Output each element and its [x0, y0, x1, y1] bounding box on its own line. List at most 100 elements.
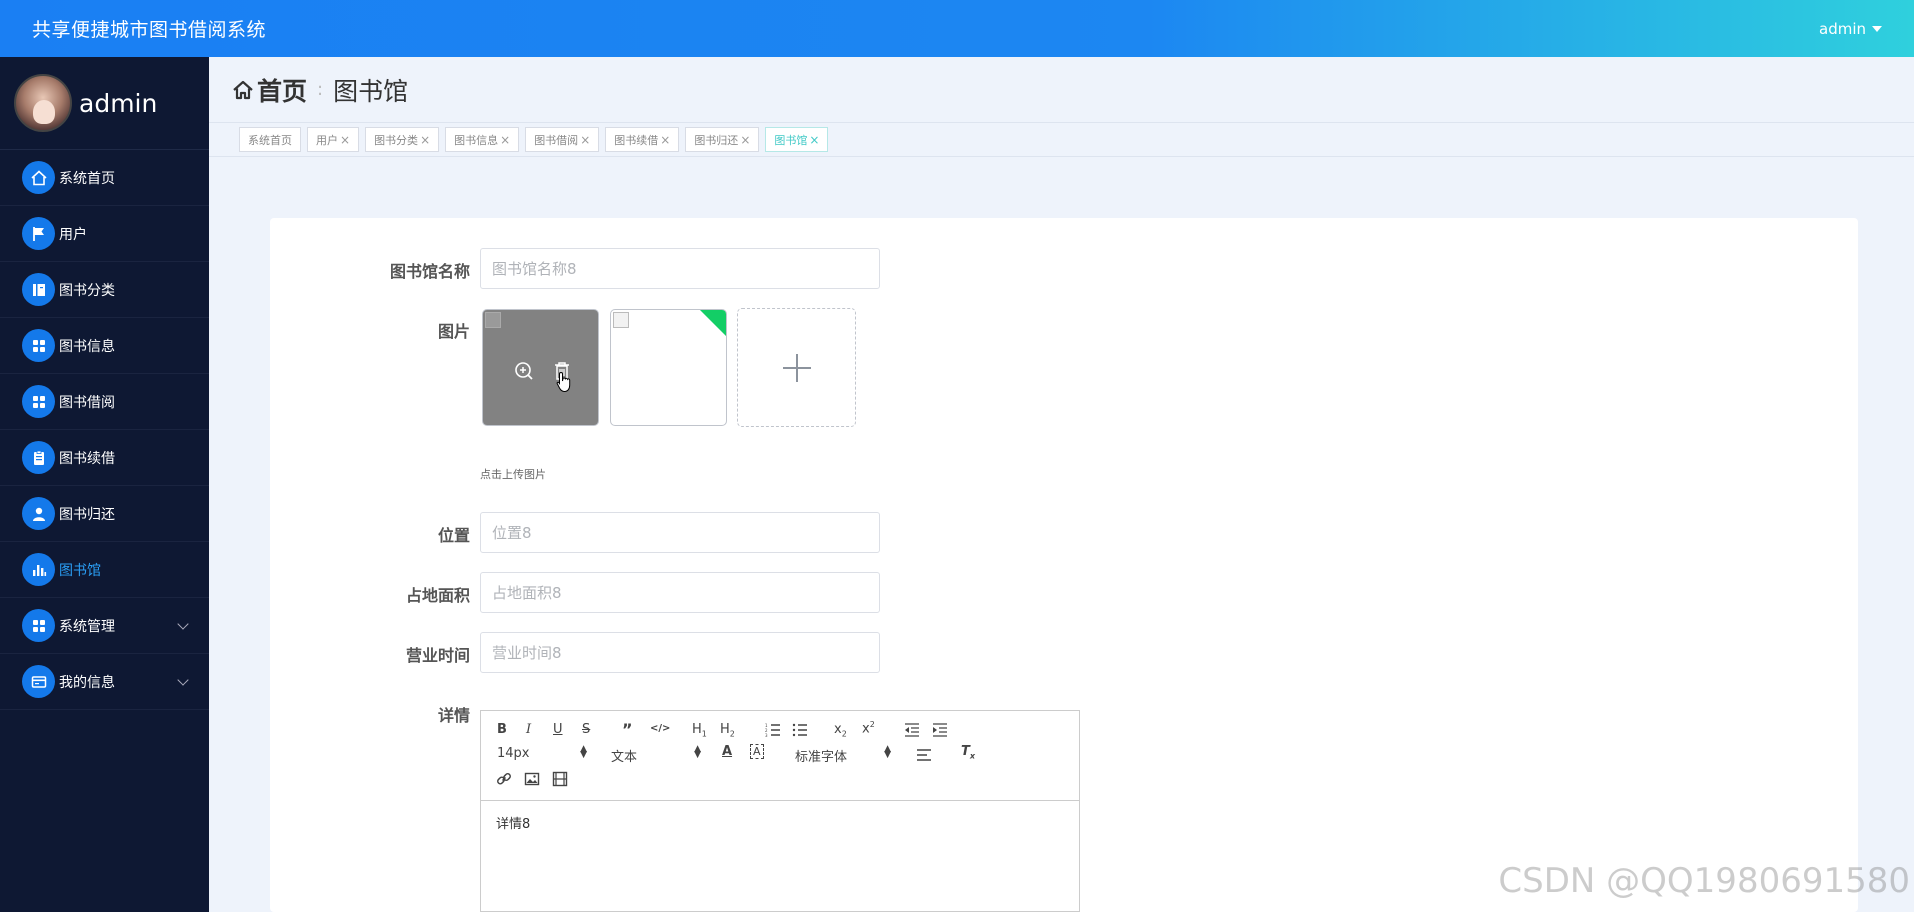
tag-library[interactable]: 图书馆 × [765, 127, 829, 152]
user-name[interactable]: admin [1819, 20, 1866, 38]
image-icon[interactable] [524, 771, 540, 787]
bullet-list-icon[interactable] [792, 723, 808, 737]
code-block-icon[interactable]: </> [650, 723, 670, 734]
font-family-select[interactable]: 标准字体 ▲ ▼ [795, 745, 891, 766]
tag-book-borrow[interactable]: 图书借阅 × [525, 127, 600, 152]
breadcrumb-separator: : [317, 79, 324, 100]
tag-label[interactable]: 图书信息 [454, 132, 498, 148]
flag-icon [22, 217, 55, 250]
tag-label[interactable]: 用户 [316, 132, 338, 148]
underline-icon[interactable]: U [553, 722, 563, 737]
tag-label[interactable]: 图书分类 [374, 132, 418, 148]
sidebar-item-system-management[interactable]: 系统管理 [0, 598, 209, 654]
location-input[interactable] [480, 512, 880, 553]
uploaded-image-2[interactable] [610, 309, 727, 426]
tag-label[interactable]: 图书续借 [614, 132, 658, 148]
tag-users[interactable]: 用户 × [307, 127, 360, 152]
editor-content[interactable]: 详情8 [481, 801, 1079, 844]
rich-text-editor[interactable]: B I U S ” </> H1 H2 123 x2 x2 14px ▲ ▼ 文本 ▲… [480, 710, 1080, 912]
subscript-icon[interactable]: x2 [834, 722, 847, 739]
bold-icon[interactable]: B [497, 722, 507, 737]
tag-label[interactable]: 图书借阅 [534, 132, 578, 148]
background-color-icon[interactable]: A [750, 744, 764, 759]
watermark: CSDN @QQ1980691580 [1498, 861, 1910, 901]
link-icon[interactable] [496, 771, 512, 787]
plus-icon [796, 354, 798, 382]
italic-icon[interactable]: I [526, 722, 531, 737]
sidebar-profile: admin [0, 57, 209, 150]
tag-label[interactable]: 系统首页 [248, 132, 292, 148]
clipboard-icon [22, 441, 55, 474]
tag-book-renew[interactable]: 图书续借 × [605, 127, 680, 152]
heading2-icon[interactable]: H2 [720, 722, 735, 739]
close-icon[interactable]: × [580, 133, 590, 147]
sidebar-item-users[interactable]: 用户 [0, 206, 209, 262]
tag-book-return[interactable]: 图书归还 × [685, 127, 760, 152]
close-icon[interactable]: × [740, 133, 750, 147]
sidebar-item-book-borrow[interactable]: 图书借阅 [0, 374, 209, 430]
superscript-icon[interactable]: x2 [862, 720, 875, 736]
heading1-icon[interactable]: H1 [692, 722, 707, 739]
close-icon[interactable]: × [340, 133, 350, 147]
upload-hint: 点击上传图片 [480, 468, 546, 481]
upload-image-button[interactable] [737, 308, 856, 427]
book-icon [22, 273, 55, 306]
home-icon [22, 161, 55, 194]
strikethrough-icon[interactable]: S [582, 722, 590, 737]
close-icon[interactable]: × [660, 133, 670, 147]
font-family-value[interactable]: 标准字体 [795, 746, 847, 765]
tag-label[interactable]: 图书归还 [694, 132, 738, 148]
bar-chart-icon [22, 553, 55, 586]
area-input[interactable] [480, 572, 880, 613]
breadcrumb-home[interactable]: 首页 [231, 72, 307, 108]
library-name-input[interactable] [480, 248, 880, 289]
outdent-icon[interactable] [904, 723, 920, 737]
top-header: 共享便捷城市图书借阅系统 admin [0, 0, 1914, 57]
breadcrumb: 首页 : 图书馆 [209, 57, 1914, 122]
breadcrumb-current: 图书馆 [333, 76, 409, 106]
hand-cursor-icon [556, 371, 571, 393]
sidebar-item-library[interactable]: 图书馆 [0, 542, 209, 598]
close-icon[interactable]: × [809, 133, 819, 147]
font-size-value[interactable]: 14px [497, 746, 530, 761]
ordered-list-icon[interactable]: 123 [765, 723, 781, 737]
close-icon[interactable]: × [420, 133, 430, 147]
indent-icon[interactable] [932, 723, 948, 737]
picture-label: 图片 [437, 322, 470, 341]
sidebar-item-book-info[interactable]: 图书信息 [0, 318, 209, 374]
broken-image-icon [485, 312, 501, 328]
clear-format-icon[interactable]: Tx [961, 744, 975, 761]
chevron-down-icon[interactable] [177, 618, 189, 630]
sidebar-item-book-renew[interactable]: 图书续借 [0, 430, 209, 486]
user-menu[interactable]: admin [1819, 20, 1882, 38]
header-value[interactable]: 文本 [611, 746, 637, 765]
video-icon[interactable] [552, 771, 568, 787]
person-icon [22, 497, 55, 530]
header-select[interactable]: 文本 ▲ ▼ [611, 744, 701, 766]
sidebar-item-book-return[interactable]: 图书归还 [0, 486, 209, 542]
tag-book-category[interactable]: 图书分类 × [365, 127, 440, 152]
avatar [14, 74, 72, 132]
blockquote-icon[interactable]: ” [622, 720, 633, 739]
uploaded-image-1[interactable] [482, 309, 599, 426]
hours-label: 营业时间 [405, 646, 470, 665]
sidebar-item-my-info[interactable]: 我的信息 [0, 654, 209, 710]
breadcrumb-home-label[interactable]: 首页 [257, 72, 307, 108]
font-color-icon[interactable]: A [722, 744, 732, 759]
sidebar-item-label: 图书借阅 [59, 394, 115, 411]
sidebar-item-book-category[interactable]: 图书分类 [0, 262, 209, 318]
font-size-select[interactable]: 14px ▲ ▼ [497, 745, 587, 762]
tag-home[interactable]: 系统首页 [239, 127, 301, 152]
sidebar-item-label: 图书馆 [59, 562, 101, 579]
hours-input[interactable] [480, 632, 880, 673]
caret-down-icon[interactable] [1872, 25, 1882, 32]
tag-book-info[interactable]: 图书信息 × [445, 127, 520, 152]
align-icon[interactable] [916, 748, 932, 762]
tag-label[interactable]: 图书馆 [774, 132, 807, 148]
updown-icon: ▲ ▼ [694, 744, 701, 760]
area-label: 占地面积 [405, 586, 470, 605]
close-icon[interactable]: × [500, 133, 510, 147]
chevron-down-icon[interactable] [177, 674, 189, 686]
zoom-in-icon[interactable] [513, 360, 535, 382]
sidebar-item-home[interactable]: 系统首页 [0, 150, 209, 206]
